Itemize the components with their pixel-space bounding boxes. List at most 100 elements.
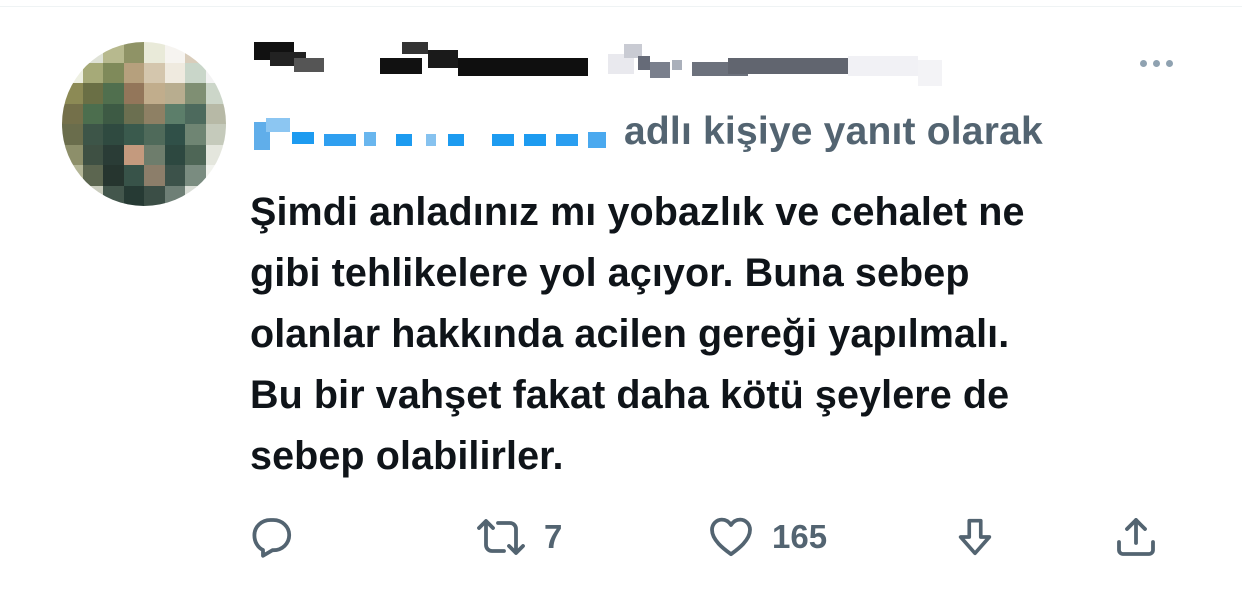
censor-block: [638, 56, 650, 70]
avatar-pixel: [185, 103, 206, 124]
censor-block: [458, 58, 588, 76]
avatar-pixel: [185, 144, 206, 165]
tweet-text-line: gibi tehlikelere yol açıyor. Buna sebep: [250, 251, 970, 295]
avatar-pixel: [205, 62, 226, 83]
avatar-pixel: [164, 83, 185, 104]
share-icon: [1117, 518, 1155, 556]
censor-block: [728, 58, 848, 74]
avatar-pixel: [205, 42, 226, 63]
avatar-pixel: [82, 124, 103, 145]
reply-context-label: adlı kişiye yanıt olarak: [624, 110, 1043, 153]
avatar-pixel: [62, 165, 83, 186]
tweet-text: Şimdi anladınız mı yobazlık ve cehalet n…: [250, 182, 1210, 487]
avatar-pixel: [164, 144, 185, 165]
censor-block: [428, 50, 458, 68]
censor-block: [426, 134, 436, 146]
top-divider: [0, 6, 1242, 7]
tweet-text-line: Bu bir vahşet fakat daha kötü şeylere de: [250, 373, 1010, 417]
avatar-pixel: [62, 42, 83, 63]
avatar[interactable]: [62, 42, 226, 206]
reply-button[interactable]: [248, 512, 296, 562]
censor-block: [324, 134, 356, 146]
retweet-button[interactable]: 7: [474, 512, 562, 562]
avatar-pixel: [103, 42, 124, 63]
censor-block: [294, 58, 324, 72]
retweet-count: 7: [544, 518, 563, 555]
avatar-pixel: [103, 185, 124, 206]
more-horizontal-icon: [1152, 59, 1160, 67]
avatar-pixel: [82, 103, 103, 124]
avatar-pixel: [205, 103, 226, 124]
avatar-pixel: [123, 144, 144, 165]
avatar-pixel: [62, 103, 83, 124]
avatar-pixel: [62, 144, 83, 165]
avatar-pixel: [62, 83, 83, 104]
avatar-pixel: [144, 124, 165, 145]
censor-block: [448, 134, 464, 146]
avatar-pixel: [82, 185, 103, 206]
downvote-button[interactable]: [952, 512, 998, 562]
censor-block: [848, 56, 918, 76]
censor-block: [292, 132, 314, 144]
tweet-card: adlı kişiye yanıt olarak Şimdi anladınız…: [0, 0, 1242, 592]
censor-block: [492, 134, 514, 146]
reply-context: adlı kişiye yanıt olarak: [252, 108, 1152, 160]
avatar-pixel: [144, 103, 165, 124]
tweet-text-line: Şimdi anladınız mı yobazlık ve cehalet n…: [250, 190, 1025, 234]
replied-handle-censored[interactable]: [252, 118, 614, 158]
avatar-pixel: [144, 165, 165, 186]
avatar-pixel: [123, 62, 144, 83]
more-horizontal-icon: [1165, 59, 1173, 67]
avatar-pixel: [164, 62, 185, 83]
avatar-pixel: [205, 144, 226, 165]
avatar-pixel: [185, 124, 206, 145]
author-name-censored[interactable]: [252, 40, 942, 86]
avatar-pixel: [62, 62, 83, 83]
heart-icon: [710, 517, 752, 557]
avatar-pixel: [82, 165, 103, 186]
censor-block: [588, 132, 606, 148]
avatar-pixel: [123, 165, 144, 186]
censor-block: [402, 42, 428, 54]
avatar-pixel: [144, 62, 165, 83]
like-count: 165: [772, 518, 828, 555]
censor-block: [396, 134, 412, 146]
censor-block: [650, 62, 670, 78]
avatar-pixel: [164, 124, 185, 145]
avatar-pixel: [82, 144, 103, 165]
avatar-pixel: [103, 124, 124, 145]
avatar-pixel: [103, 83, 124, 104]
censor-block: [918, 60, 942, 86]
avatar-pixel: [164, 185, 185, 206]
avatar-pixel: [82, 62, 103, 83]
avatar-pixel: [185, 83, 206, 104]
censor-block: [672, 60, 682, 70]
avatar-pixel: [123, 83, 144, 104]
avatar-pixel: [205, 124, 226, 145]
more-options-button[interactable]: [1132, 50, 1180, 76]
censor-block: [556, 134, 578, 146]
share-button[interactable]: [1112, 512, 1160, 562]
tweet-text-line: olanlar hakkında acilen gereği yapılmalı…: [250, 312, 1010, 356]
avatar-pixel: [144, 185, 165, 206]
avatar-pixel: [103, 165, 124, 186]
avatar-pixel: [123, 42, 144, 63]
avatar-pixel: [62, 185, 83, 206]
censor-block: [266, 118, 290, 132]
reply-bubble-icon: [252, 518, 292, 558]
avatar-pixel: [185, 165, 206, 186]
avatar-pixel: [164, 165, 185, 186]
avatar-pixel: [144, 42, 165, 63]
downvote-arrow-icon: [958, 518, 992, 556]
avatar-pixel: [205, 83, 226, 104]
like-button[interactable]: 165: [706, 512, 827, 562]
avatar-pixel: [103, 62, 124, 83]
avatar-pixel: [205, 165, 226, 186]
avatar-pixel: [185, 185, 206, 206]
avatar-pixel: [205, 185, 226, 206]
censor-block: [364, 132, 376, 146]
avatar-pixel: [123, 185, 144, 206]
avatar-pixel: [82, 83, 103, 104]
avatar-pixel: [123, 103, 144, 124]
censor-block: [524, 134, 546, 146]
